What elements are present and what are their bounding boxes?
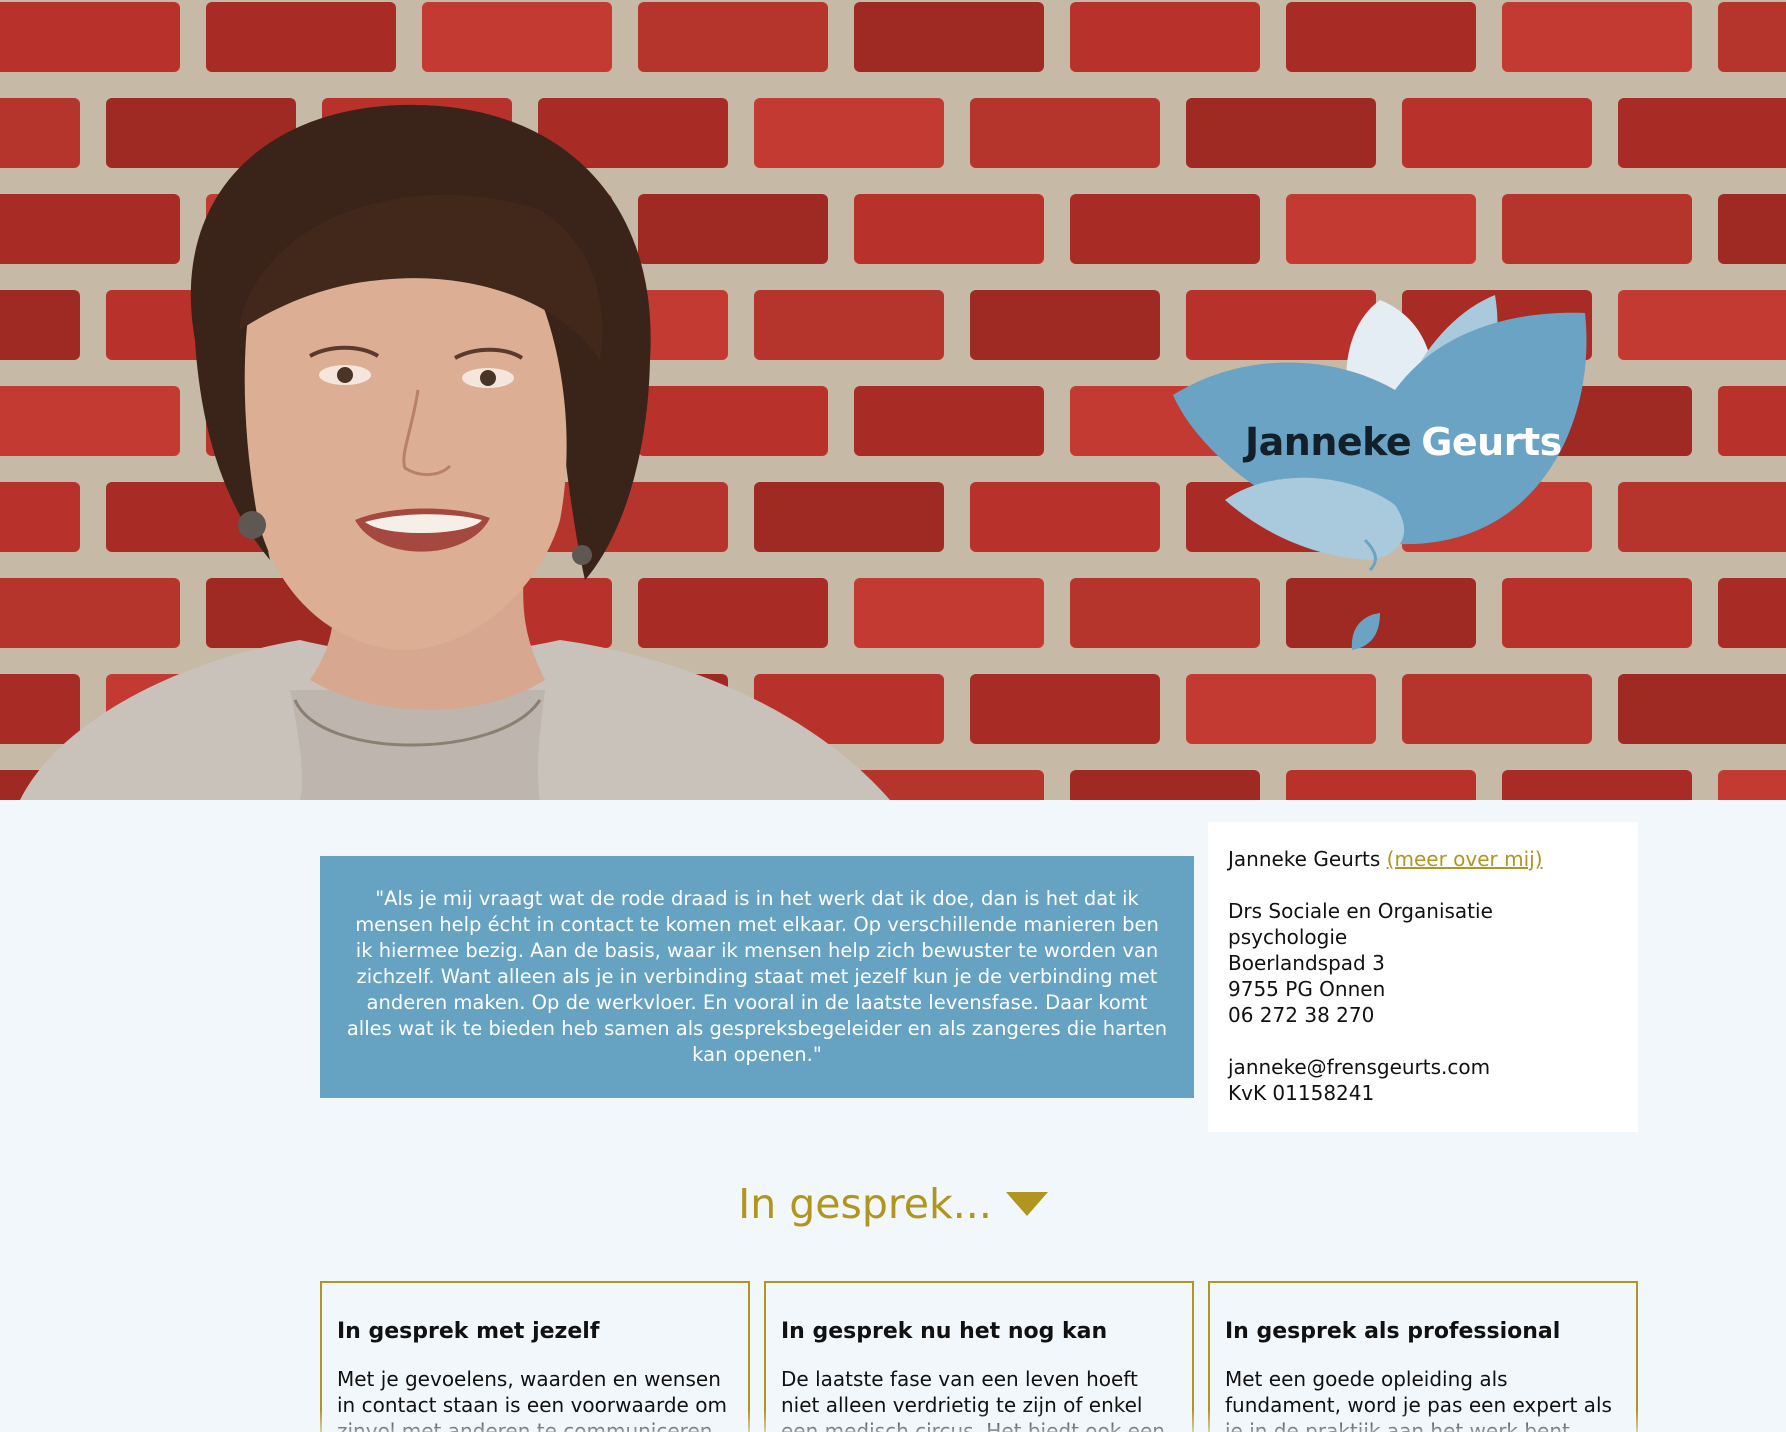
section-heading: In gesprek... (0, 1180, 1786, 1228)
quote-text: "Als je mij vraagt wat de rode draad is … (346, 887, 1168, 1066)
quote-box: "Als je mij vraagt wat de rode draad is … (320, 856, 1194, 1098)
logo-last-name: Geurts (1421, 420, 1562, 464)
contact-phone: 06 272 38 270 (1228, 1003, 1375, 1027)
contact-email: janneke@frensgeurts.com (1228, 1055, 1491, 1079)
contact-street: Boerlandspad 3 (1228, 951, 1385, 975)
card-title: In gesprek met jezelf (337, 1319, 600, 1344)
more-about-me-link[interactable]: (meer over mij) (1387, 847, 1543, 871)
card-title: In gesprek nu het nog kan (781, 1319, 1108, 1344)
triangle-down-icon (1005, 1192, 1048, 1216)
contact-title-line2: psychologie (1228, 925, 1348, 949)
bottom-fade (0, 1410, 1786, 1432)
card-title: In gesprek als professional (1225, 1319, 1561, 1344)
contact-name-line: Janneke Geurts (meer over mij) (1228, 846, 1618, 872)
contact-city: 9755 PG Onnen (1228, 977, 1386, 1001)
portrait-photo (20, 104, 890, 800)
contact-kvk: KvK 01158241 (1228, 1081, 1375, 1105)
logo[interactable]: Janneke Geurts (1165, 295, 1605, 655)
contact-card: Janneke Geurts (meer over mij) Drs Socia… (1208, 822, 1638, 1132)
contact-title-line1: Drs Sociale en Organisatie (1228, 899, 1493, 923)
logo-first-name: Janneke (1245, 420, 1412, 464)
logo-text: Janneke Geurts (1245, 420, 1562, 464)
lotus-logo-icon (1173, 295, 1587, 650)
contact-name: Janneke Geurts (1228, 847, 1381, 871)
hero-banner: Janneke Geurts (0, 0, 1786, 800)
section-heading-text: In gesprek... (738, 1180, 992, 1228)
